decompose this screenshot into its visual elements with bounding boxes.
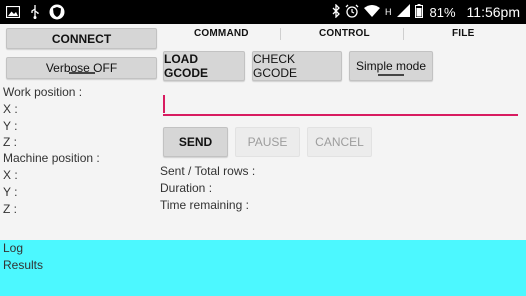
battery-icon <box>414 3 423 21</box>
alarm-icon <box>345 4 359 21</box>
machine-position-label: Machine position : <box>3 151 100 165</box>
tab-command[interactable]: COMMAND <box>194 28 249 39</box>
tab-file[interactable]: FILE <box>452 28 474 39</box>
verbose-toggle-button[interactable]: Verbose OFF <box>6 57 157 79</box>
wifi-icon <box>364 4 381 20</box>
sent-total-rows-label: Sent / Total rows : <box>160 164 256 178</box>
duration-label: Duration : <box>160 181 213 195</box>
gcode-input[interactable] <box>163 92 518 116</box>
work-z-label: Z : <box>3 135 17 149</box>
usb-icon <box>26 3 44 21</box>
machine-z-label: Z : <box>3 202 17 216</box>
machine-x-label: X : <box>3 168 18 182</box>
send-button[interactable]: SEND <box>163 127 228 157</box>
results-label: Results <box>3 258 44 272</box>
signal-icon <box>396 4 410 20</box>
clock: 11:56pm <box>466 4 520 20</box>
text-cursor <box>163 95 165 113</box>
work-position-label: Work position : <box>3 85 83 99</box>
pause-button[interactable]: PAUSE <box>235 127 300 157</box>
connect-button[interactable]: CONNECT <box>6 28 157 49</box>
toggle-indicator <box>68 72 95 74</box>
toggle-indicator <box>378 74 404 76</box>
status-indicators: H 81% 11:56pm <box>332 0 520 24</box>
work-y-label: Y : <box>3 119 18 133</box>
simple-mode-toggle-button[interactable]: Simple mode <box>349 51 433 81</box>
photo-icon <box>4 3 22 21</box>
notification-icons <box>4 3 66 21</box>
log-label: Log <box>3 241 24 255</box>
battery-percent: 81% <box>429 4 456 20</box>
tab-divider <box>403 28 404 40</box>
load-gcode-button[interactable]: LOAD GCODE <box>163 51 245 81</box>
status-bar: H 81% 11:56pm <box>0 0 526 24</box>
work-x-label: X : <box>3 102 18 116</box>
simple-mode-label: Simple mode <box>355 59 427 73</box>
machine-y-label: Y : <box>3 185 18 199</box>
log-panel[interactable]: Log Results <box>0 240 526 296</box>
time-remaining-label: Time remaining : <box>160 198 249 212</box>
tab-divider <box>280 28 281 40</box>
shield-icon <box>48 3 66 21</box>
network-type-indicator: H <box>385 7 392 17</box>
tab-control[interactable]: CONTROL <box>319 28 370 39</box>
cancel-button[interactable]: CANCEL <box>307 127 372 157</box>
check-gcode-button[interactable]: CHECK GCODE <box>252 51 342 81</box>
bluetooth-icon <box>332 2 340 21</box>
